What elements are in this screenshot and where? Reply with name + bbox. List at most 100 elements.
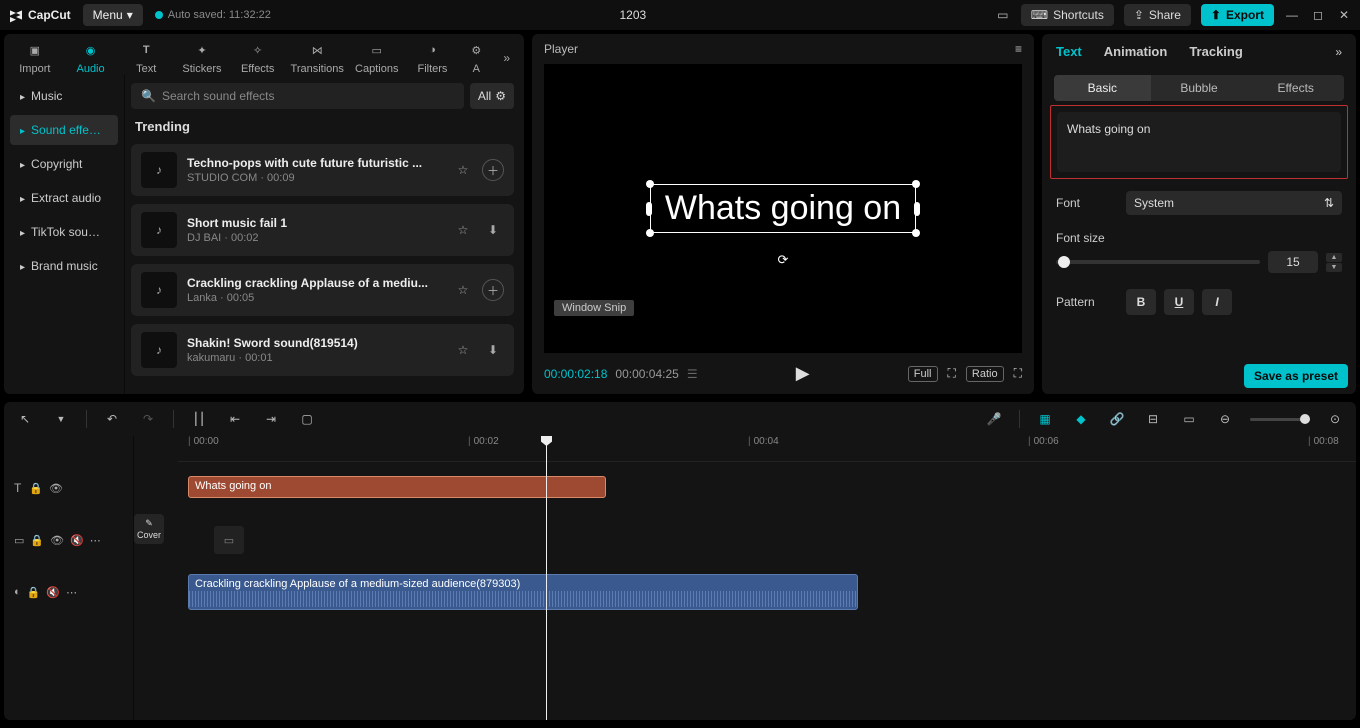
full-button[interactable]: Full (908, 366, 938, 382)
add-icon[interactable]: ＋ (482, 279, 504, 301)
share-button[interactable]: ⇪ Share (1124, 4, 1191, 26)
ratio-button[interactable]: Ratio (966, 366, 1004, 382)
subnav-extract-audio[interactable]: Extract audio (10, 183, 118, 213)
export-button[interactable]: ⬆ Export (1201, 4, 1274, 26)
audio-track[interactable]: Crackling crackling Applause of a medium… (178, 566, 1356, 618)
snap-icon[interactable]: ◆ (1070, 408, 1092, 430)
inspector-tab-tracking[interactable]: Tracking (1189, 44, 1242, 59)
favorite-icon[interactable]: ☆ (452, 339, 474, 361)
tab-transitions[interactable]: ⋈Transitions (291, 40, 344, 75)
close-button[interactable]: ✕ (1336, 7, 1352, 23)
subtab-basic[interactable]: Basic (1054, 75, 1151, 101)
zoom-slider[interactable] (1250, 418, 1310, 421)
underline-button[interactable]: U (1164, 289, 1194, 315)
text-content-input[interactable]: Whats going on (1057, 112, 1341, 172)
eye-icon[interactable]: 👁 (49, 482, 63, 495)
trim-right-icon[interactable]: ⇥ (260, 408, 282, 430)
lock-icon[interactable]: 🔒 (30, 534, 44, 547)
inspector-tab-text[interactable]: Text (1056, 44, 1082, 59)
redo-button[interactable]: ↷ (137, 408, 159, 430)
tab-filters[interactable]: ◑Filters (410, 40, 456, 75)
resize-handle[interactable] (912, 229, 920, 237)
resize-handle[interactable] (912, 180, 920, 188)
sound-item[interactable]: ♪ Short music fail 1 DJ BAI · 00:02 ☆ ⬇ (131, 204, 514, 256)
overflow-icon[interactable]: » (497, 45, 516, 71)
eye-icon[interactable]: 👁 (50, 534, 64, 547)
tab-import[interactable]: ▣Import (12, 40, 58, 75)
lock-icon[interactable]: 🔒 (27, 586, 41, 599)
layout-icon[interactable]: ▭ (995, 7, 1011, 23)
preview-icon[interactable]: ▭ (1178, 408, 1200, 430)
italic-button[interactable]: I (1202, 289, 1232, 315)
rotate-handle-icon[interactable]: ⟳ (778, 252, 789, 268)
subnav-music[interactable]: Music (10, 81, 118, 111)
resize-handle[interactable] (646, 180, 654, 188)
tab-text[interactable]: TText (123, 40, 169, 75)
chevron-down-icon[interactable]: ▼ (50, 408, 72, 430)
add-icon[interactable]: ＋ (482, 159, 504, 181)
tab-stickers[interactable]: ✦Stickers (179, 40, 225, 75)
preview-canvas[interactable]: Whats going on ⟳ Window Snip (544, 64, 1022, 353)
audio-clip[interactable]: Crackling crackling Applause of a medium… (188, 574, 858, 610)
favorite-icon[interactable]: ☆ (452, 279, 474, 301)
download-icon[interactable]: ⬇ (482, 219, 504, 241)
pointer-tool-icon[interactable]: ↖ (14, 408, 36, 430)
undo-button[interactable]: ↶ (101, 408, 123, 430)
minimize-button[interactable]: — (1284, 7, 1300, 23)
zoom-fit-icon[interactable]: ⊙ (1324, 408, 1346, 430)
sound-item[interactable]: ♪ Shakin! Sword sound(819514) kakumaru ·… (131, 324, 514, 376)
text-clip[interactable]: Whats going on (188, 476, 606, 498)
link-icon[interactable]: 🔗 (1106, 408, 1128, 430)
filter-all-button[interactable]: All ⚙ (470, 83, 514, 109)
lock-icon[interactable]: 🔒 (29, 482, 43, 495)
more-dots-icon[interactable]: ⋯ (90, 534, 101, 547)
fontsize-slider[interactable] (1056, 260, 1260, 264)
sound-item[interactable]: ♪ Techno-pops with cute future futuristi… (131, 144, 514, 196)
text-overlay[interactable]: Whats going on ⟳ (650, 184, 916, 233)
font-select[interactable]: System ⇅ (1126, 191, 1342, 215)
download-icon[interactable]: ⬇ (482, 339, 504, 361)
video-track[interactable]: ▭ (178, 514, 1356, 566)
mic-icon[interactable]: 🎤 (983, 408, 1005, 430)
menu-button[interactable]: Menu ▾ (83, 4, 143, 26)
subtab-bubble[interactable]: Bubble (1151, 75, 1248, 101)
delete-icon[interactable]: ▢ (296, 408, 318, 430)
shortcuts-button[interactable]: ⌨ Shortcuts (1021, 4, 1114, 26)
save-preset-button[interactable]: Save as preset (1244, 364, 1348, 388)
align-icon[interactable]: ⊟ (1142, 408, 1164, 430)
sound-item[interactable]: ♪ Crackling crackling Applause of a medi… (131, 264, 514, 316)
subnav-sound-effects[interactable]: Sound effe… (10, 115, 118, 145)
favorite-icon[interactable]: ☆ (452, 159, 474, 181)
cover-button[interactable]: ✎ Cover (134, 514, 164, 544)
mute-icon[interactable]: 🔇 (46, 586, 60, 599)
search-input[interactable]: 🔍 Search sound effects (131, 83, 464, 109)
mute-icon[interactable]: 🔇 (70, 534, 84, 547)
step-down-icon[interactable]: ▼ (1326, 263, 1342, 272)
timeline-ruler[interactable]: 00:00 00:02 00:04 00:06 00:08 (178, 436, 1356, 462)
zoom-out-icon[interactable]: ⊖ (1214, 408, 1236, 430)
player-menu-icon[interactable]: ≡ (1015, 42, 1022, 56)
maximize-button[interactable]: ◻ (1310, 7, 1326, 23)
fullscreen-icon[interactable]: ⛶ (1014, 366, 1022, 381)
text-track[interactable]: Whats going on (178, 462, 1356, 514)
favorite-icon[interactable]: ☆ (452, 219, 474, 241)
inspector-tab-animation[interactable]: Animation (1104, 44, 1168, 59)
subnav-copyright[interactable]: Copyright (10, 149, 118, 179)
fontsize-input[interactable]: 15 (1268, 251, 1318, 273)
playhead[interactable] (546, 436, 547, 720)
play-button[interactable]: ▶ (796, 363, 810, 384)
view-list-icon[interactable]: ☰ (687, 367, 698, 381)
tab-audio[interactable]: ◉Audio (68, 40, 114, 75)
tab-captions[interactable]: ▭Captions (354, 40, 400, 75)
resize-handle[interactable] (646, 202, 652, 216)
resize-handle[interactable] (914, 202, 920, 216)
tab-more[interactable]: ⚙A (465, 40, 487, 75)
step-up-icon[interactable]: ▲ (1326, 253, 1342, 262)
subtab-effects[interactable]: Effects (1247, 75, 1344, 101)
video-placeholder-icon[interactable]: ▭ (214, 526, 244, 554)
resize-handle[interactable] (646, 229, 654, 237)
crop-icon[interactable]: ⛶ (948, 366, 956, 381)
magnet-icon[interactable]: ▦ (1034, 408, 1056, 430)
subnav-tiktok-sound[interactable]: TikTok sou… (10, 217, 118, 247)
split-tool-icon[interactable]: ⎮⎮ (188, 408, 210, 430)
